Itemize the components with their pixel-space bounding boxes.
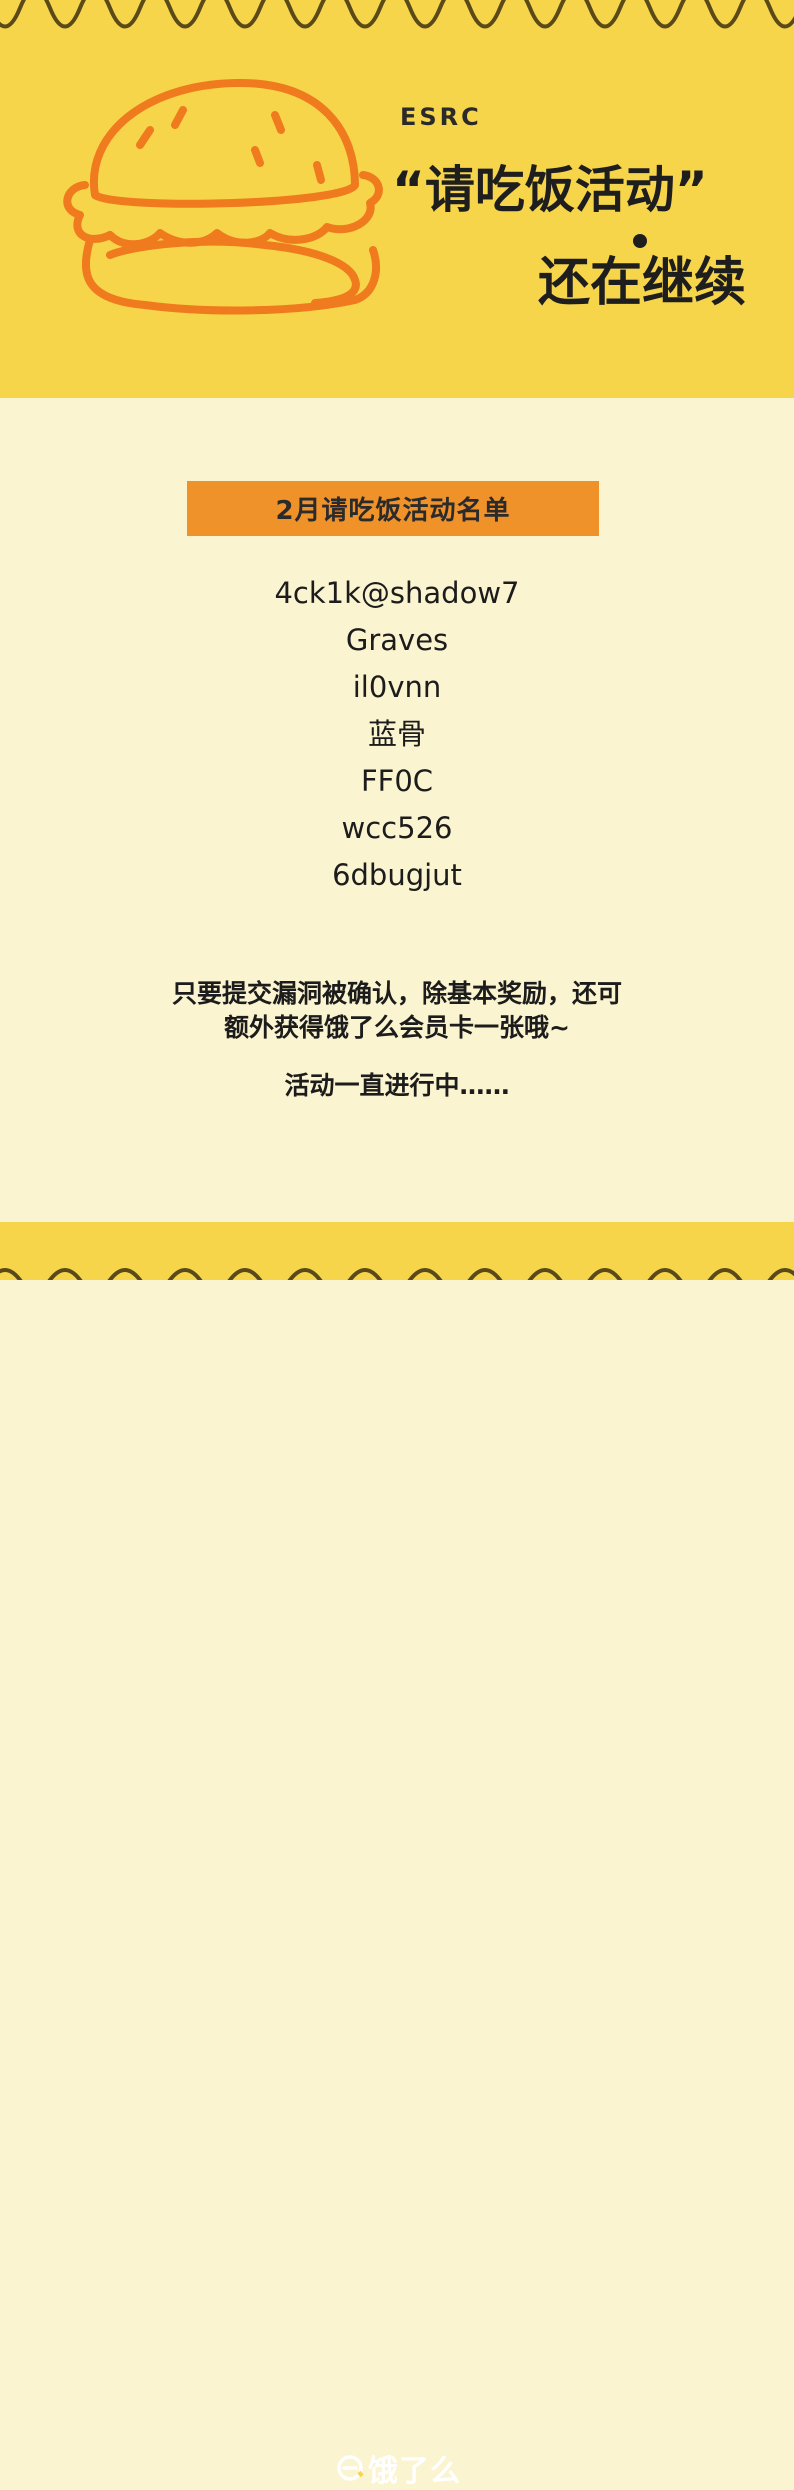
list-item: 蓝骨 [367,717,426,751]
list-item: 6dbugjut [332,858,462,892]
list-item: il0vnn [352,670,442,704]
page-subtitle: 还在继续 [538,253,747,313]
list-item: 4ck1k@shadow7 [274,576,520,610]
footer-logo-text: 饿了么 [368,2454,461,2489]
list-item: Graves [345,623,449,657]
hero-banner: ESRC “请吃饭活动” 还在继续 [0,0,794,398]
brand-label: ESRC [400,103,482,131]
eleme-logo-icon [337,2455,364,2481]
wavy-border-top [0,0,794,29]
list-item: FF0C [360,764,434,798]
note-line-2: 额外获得饿了么会员卡一张哦~ [224,1013,570,1042]
burger-icon [63,78,383,315]
wavy-border-bottom [0,1268,794,1280]
decorative-dot [633,234,647,248]
note-line-1: 只要提交漏洞被确认，除基本奖励，还可 [171,979,622,1008]
winner-list: 4ck1k@shadow7 Graves il0vnn 蓝骨 FF0C wcc5… [0,570,794,899]
note-line-3: 活动一直进行中…… [284,1071,510,1100]
list-heading: 2月请吃饭活动名单 [187,481,599,536]
footer-logo: 饿了么 [336,2450,461,2489]
list-item: wcc526 [341,811,453,845]
page-title: “请吃饭活动” [392,161,708,219]
